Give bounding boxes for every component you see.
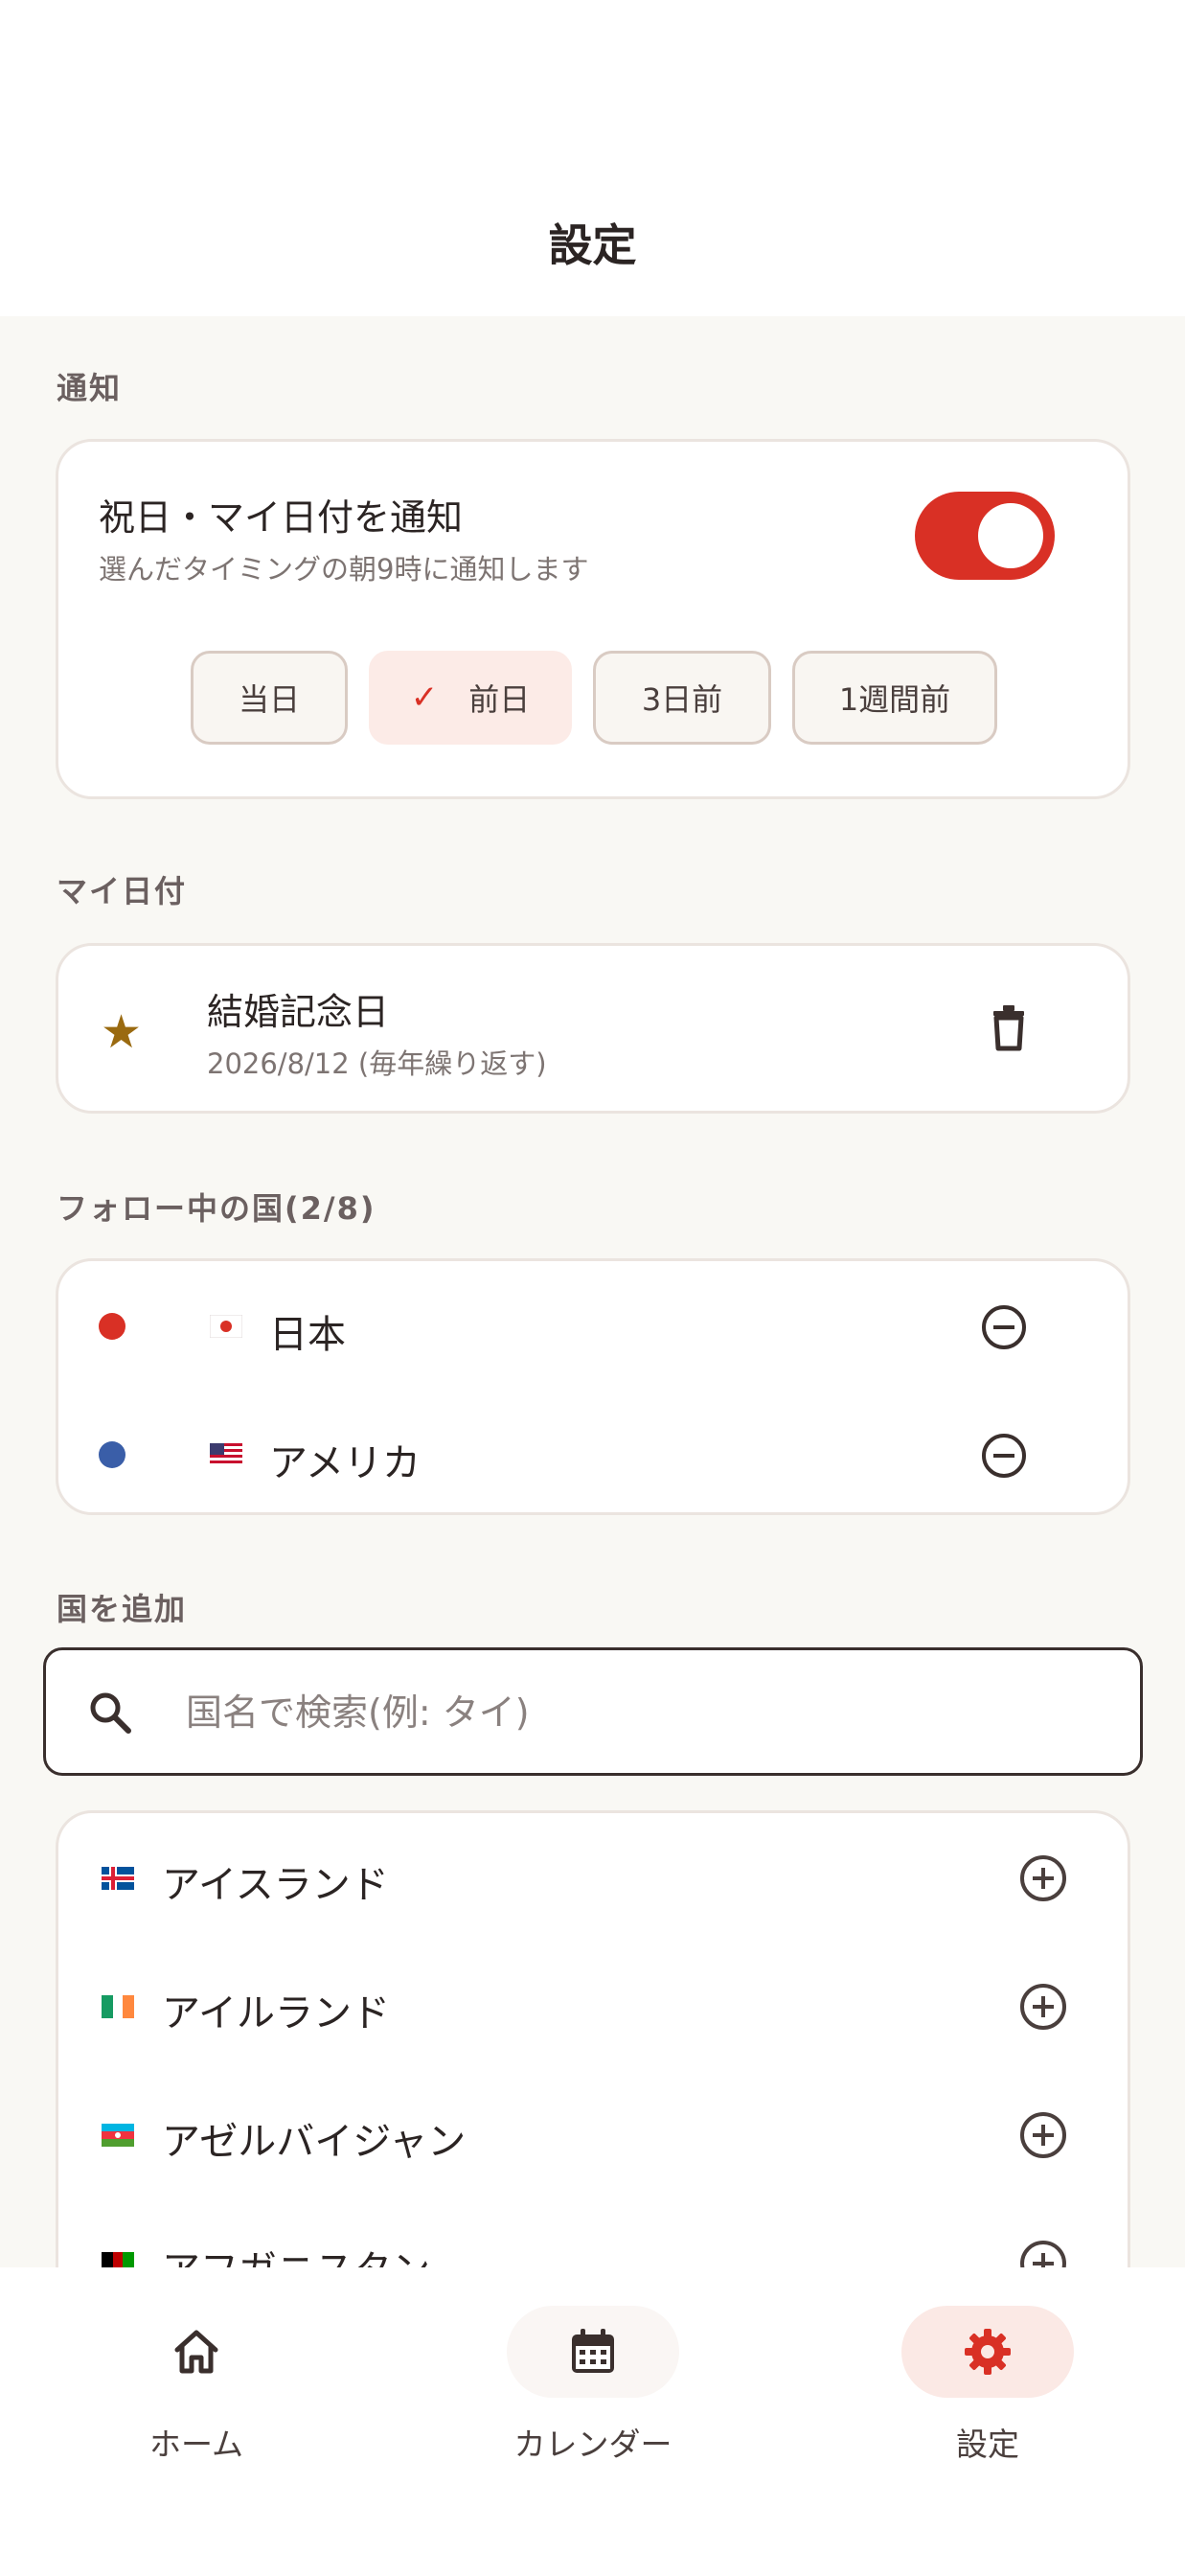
page-title: 設定 [548, 219, 637, 271]
nav-label: カレンダー [513, 2426, 672, 2463]
settings-screen: 設定 通知 祝日・マイ日付を通知 選んだタイミングの朝9時に通知します 当日 ✓… [0, 0, 1185, 2576]
nav-label: ホーム [148, 2426, 243, 2463]
check-icon: ✓ [410, 678, 439, 717]
trash-icon[interactable] [990, 1003, 1028, 1051]
timing-option-day-before[interactable]: ✓ 前日 [369, 651, 572, 745]
add-country-row[interactable]: アゼルバイジャン [58, 2070, 1128, 2198]
country-color-dot [99, 1313, 125, 1340]
section-label-notifications: 通知 [57, 370, 123, 406]
calendar-icon [572, 2329, 614, 2373]
nav-item-calendar[interactable]: カレンダー [468, 2306, 718, 2463]
notification-card: 祝日・マイ日付を通知 選んだタイミングの朝9時に通知します 当日 ✓ 前日 3日… [56, 439, 1130, 799]
followed-country-row: アメリカ [58, 1397, 1128, 1512]
my-date-card[interactable]: ★ 結婚記念日 2026/8/12 (毎年繰り返す) [56, 943, 1130, 1114]
home-icon [174, 2330, 218, 2374]
add-circle-icon[interactable] [1018, 1982, 1068, 2032]
nav-item-settings[interactable]: 設定 [863, 2306, 1112, 2463]
timing-option-label: 当日 [238, 681, 300, 718]
bottom-navigation: ホーム カレンダー 設定 [0, 2267, 1185, 2576]
add-country-row[interactable]: アイルランド [58, 1942, 1128, 2070]
add-country-row[interactable]: アフガニスタン [58, 2198, 1128, 2270]
add-country-name: アゼルバイジャン [162, 2120, 467, 2164]
timing-option-3-days[interactable]: 3日前 [593, 651, 771, 745]
app-header: 設定 [0, 0, 1185, 316]
star-icon: ★ [101, 1005, 143, 1059]
followed-country-name: アメリカ [269, 1441, 421, 1485]
section-label-my-dates: マイ日付 [57, 873, 188, 909]
us-flag-icon [210, 1443, 242, 1466]
toggle-knob [978, 503, 1043, 568]
nav-item-home[interactable]: ホーム [72, 2306, 321, 2463]
timing-option-same-day[interactable]: 当日 [191, 651, 348, 745]
notification-subtitle: 選んだタイミングの朝9時に通知します [99, 553, 589, 586]
add-circle-icon[interactable] [1018, 2110, 1068, 2160]
country-color-dot [99, 1441, 125, 1468]
my-date-subtitle: 2026/8/12 (毎年繰り返す) [207, 1047, 547, 1080]
jp-flag-icon [210, 1315, 242, 1338]
add-country-name: アイスランド [162, 1863, 389, 1907]
add-country-name: アイルランド [162, 1991, 390, 2036]
timing-option-label: 前日 [468, 681, 531, 718]
country-search-input[interactable] [186, 1679, 1048, 1746]
section-label-followed: フォロー中の国(2/8) [57, 1190, 376, 1227]
ie-flag-icon [102, 1995, 134, 2018]
add-country-list: アイスランド アイルランド アゼルバイジャン アフガニスタン [56, 1810, 1130, 2270]
section-label-add-country: 国を追加 [57, 1591, 188, 1627]
search-icon [90, 1692, 131, 1734]
notification-title: 祝日・マイ日付を通知 [99, 496, 464, 539]
timing-option-label: 3日前 [641, 681, 723, 718]
my-date-title: 結婚記念日 [207, 991, 390, 1033]
add-circle-icon[interactable] [1018, 2239, 1068, 2270]
add-country-row[interactable]: アイスランド [58, 1813, 1128, 1942]
is-flag-icon [102, 1867, 134, 1890]
timing-options: 当日 ✓ 前日 3日前 1週間前 [58, 651, 1128, 745]
add-circle-icon[interactable] [1018, 1853, 1068, 1903]
az-flag-icon [102, 2124, 134, 2147]
followed-country-name: 日本 [269, 1313, 346, 1357]
add-country-name: アフガニスタン [162, 2248, 430, 2270]
remove-circle-icon[interactable] [980, 1303, 1028, 1351]
remove-circle-icon[interactable] [980, 1432, 1028, 1480]
followed-country-row: 日本 [58, 1269, 1128, 1384]
country-search-box [43, 1647, 1143, 1776]
followed-countries-card: 日本 アメリカ [56, 1258, 1130, 1515]
timing-option-label: 1週間前 [838, 681, 951, 718]
nav-label: 設定 [956, 2426, 1019, 2463]
notification-toggle[interactable] [915, 492, 1055, 580]
timing-option-1-week[interactable]: 1週間前 [792, 651, 997, 745]
gear-icon [965, 2329, 1011, 2375]
